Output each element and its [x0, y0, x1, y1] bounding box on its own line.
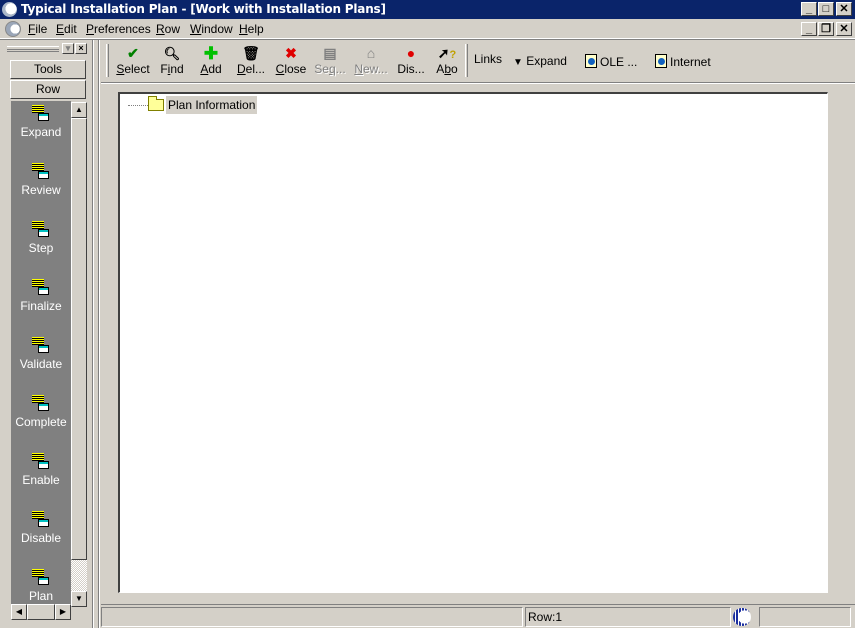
row-exit-icon	[32, 105, 50, 121]
scroll-down-arrow-icon[interactable]: ▼	[71, 591, 87, 607]
about-icon: ➚?	[437, 45, 457, 61]
row-exit-plan[interactable]: Plan	[11, 569, 71, 603]
hscroll-thumb[interactable]	[27, 604, 55, 620]
status-bar: Row:1	[101, 604, 855, 628]
row-exit-complete[interactable]: Complete	[11, 395, 71, 429]
display-icon: ●	[406, 45, 416, 61]
menu-window[interactable]: Window	[190, 22, 233, 36]
plan-tree-view[interactable]: Plan Information	[118, 92, 828, 593]
x-icon: ✖	[285, 45, 297, 61]
panel-dropdown-button[interactable]: ▾	[62, 43, 74, 54]
tab-row[interactable]: Row	[10, 80, 86, 99]
status-panel-main	[101, 607, 523, 627]
status-panel-right	[759, 607, 851, 627]
panel-grip[interactable]	[7, 46, 59, 52]
new-icon: ⌂	[366, 45, 376, 61]
scroll-left-arrow-icon[interactable]: ◀	[11, 604, 27, 620]
row-exit-icon	[32, 163, 50, 179]
ole-icon	[585, 54, 597, 68]
menu-preferences[interactable]: Preferences	[86, 22, 151, 36]
row-exit-icon	[32, 279, 50, 295]
tab-tools[interactable]: Tools	[10, 60, 86, 79]
row-exit-icon	[32, 395, 50, 411]
row-exit-icon	[32, 569, 50, 585]
row-exit-enable[interactable]: Enable	[11, 453, 71, 487]
row-exit-icon	[32, 221, 50, 237]
row-exit-step[interactable]: Step	[11, 221, 71, 255]
toolbar-grip[interactable]	[106, 44, 109, 77]
internet-link[interactable]: Internet	[655, 54, 711, 69]
new-button[interactable]: ⌂ New...	[353, 45, 389, 79]
panel-horizontal-scrollbar[interactable]: ◀ ▶	[11, 604, 71, 620]
window-title: Typical Installation Plan - [Work with I…	[21, 2, 386, 16]
sequence-icon: ▤	[323, 45, 337, 61]
row-exit-validate[interactable]: Validate	[11, 337, 71, 371]
add-button[interactable]: ✚ Add	[197, 45, 225, 79]
scroll-thumb[interactable]	[71, 118, 87, 560]
panel-separator	[98, 40, 100, 628]
panel-separator	[92, 40, 94, 628]
triangle-down-icon: ▼	[513, 57, 523, 68]
display-button[interactable]: ● Dis...	[395, 45, 427, 79]
scroll-track[interactable]	[71, 560, 87, 591]
toolbar-divider	[101, 83, 855, 84]
minimize-button[interactable]: _	[801, 2, 817, 16]
row-exit-review[interactable]: Review	[11, 163, 71, 197]
menu-help[interactable]: Help	[239, 22, 264, 36]
row-exit-list: Expand Review Step Finalize Validate Com…	[11, 101, 71, 607]
doc-minimize-button[interactable]: _	[801, 22, 817, 36]
close-form-button[interactable]: ✖ Close	[273, 45, 309, 79]
globe-icon	[733, 608, 751, 626]
tree-node-label[interactable]: Plan Information	[166, 96, 258, 114]
app-globe-icon	[2, 2, 17, 17]
links-label: Links	[474, 52, 503, 66]
tree-connector	[128, 105, 148, 106]
plus-icon: ✚	[203, 44, 219, 63]
expand-link[interactable]: ▼ Expand	[513, 54, 567, 68]
find-icon: 🔍︎	[163, 46, 181, 61]
doc-restore-button[interactable]: ❐	[818, 22, 834, 36]
close-button[interactable]: ✕	[836, 2, 852, 16]
row-exit-finalize[interactable]: Finalize	[11, 279, 71, 313]
menu-file[interactable]: File	[28, 22, 47, 36]
ole-link[interactable]: OLE ...	[585, 54, 637, 69]
about-button[interactable]: ➚? Abo	[433, 45, 461, 79]
find-button[interactable]: 🔍︎ Find	[157, 45, 187, 79]
select-button[interactable]: ✔ Select	[113, 45, 153, 79]
toolbar: ✔ Select 🔍︎ Find ✚ Add 🗑︎ Del... ✖ Close…	[103, 42, 855, 80]
panel-vertical-scrollbar[interactable]: ▲ ▼	[71, 102, 87, 607]
menu-divider	[0, 39, 855, 40]
menu-row[interactable]: Row	[156, 22, 180, 36]
menu-edit[interactable]: Edit	[56, 22, 77, 36]
row-exit-icon	[32, 511, 50, 527]
row-exit-disable[interactable]: Disable	[11, 511, 71, 545]
sequence-button[interactable]: ▤ Seq...	[313, 45, 347, 79]
checkmark-icon: ✔	[127, 45, 139, 61]
row-exit-icon	[32, 337, 50, 353]
title-bar: Typical Installation Plan - [Work with I…	[0, 0, 855, 19]
doc-close-button[interactable]: ✕	[836, 22, 852, 36]
status-row: Row:1	[525, 607, 731, 627]
menu-bar: File Edit Preferences Row Window Help _ …	[0, 19, 855, 39]
row-exit-icon	[32, 453, 50, 469]
scroll-right-arrow-icon[interactable]: ▶	[55, 604, 71, 620]
folder-icon	[148, 96, 164, 111]
scroll-up-arrow-icon[interactable]: ▲	[71, 102, 87, 118]
internet-icon	[655, 54, 667, 68]
row-exit-expand[interactable]: Expand	[11, 105, 71, 139]
tools-panel: ▾ × Tools Row Expand Review Step Finaliz…	[3, 41, 91, 623]
trash-icon: 🗑︎	[242, 45, 260, 61]
maximize-button[interactable]: □	[818, 2, 834, 16]
delete-button[interactable]: 🗑︎ Del...	[235, 45, 267, 79]
document-icon[interactable]	[5, 21, 21, 37]
links-grip[interactable]	[465, 44, 468, 77]
panel-close-button[interactable]: ×	[75, 43, 87, 54]
